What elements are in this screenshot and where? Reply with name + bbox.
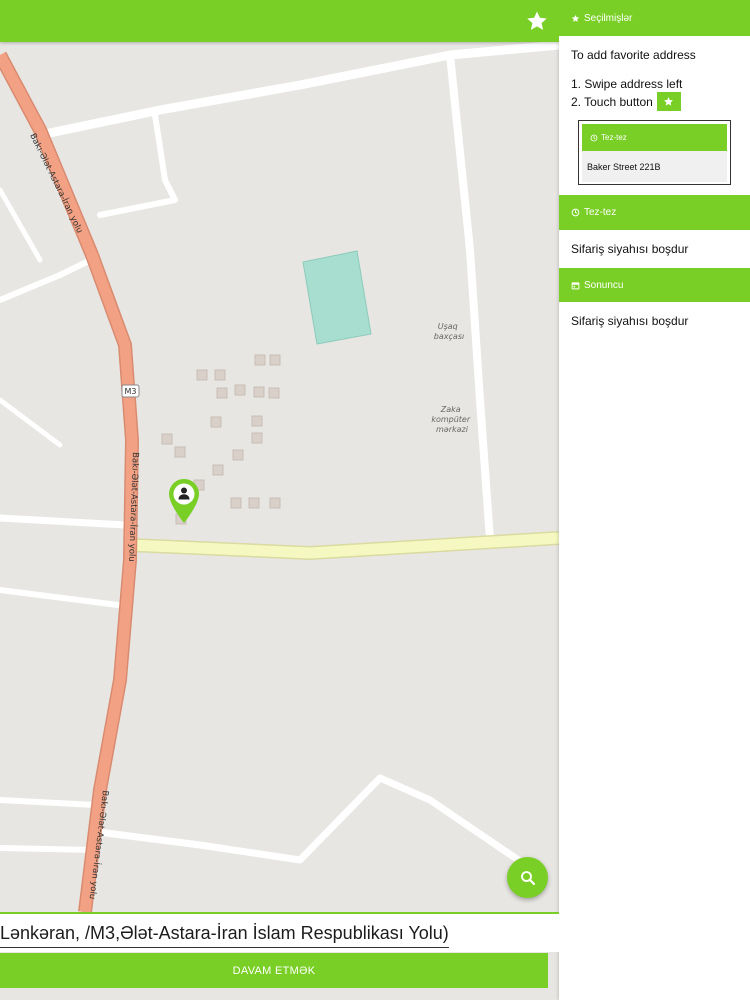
favorites-instructions: To add favorite address 1. Swipe address…	[559, 36, 750, 111]
map-canvas[interactable]: M3 Bakı-Ələt-Astara-İran yolu Bakı-Ələt-…	[0, 42, 559, 912]
search-button[interactable]	[507, 857, 548, 898]
favorites-step-1: 1. Swipe address left	[571, 76, 750, 92]
favorites-section-header: Seçilmişlər	[559, 0, 750, 36]
location-pin[interactable]	[168, 478, 200, 524]
top-app-bar	[0, 0, 559, 42]
recent-section-header: Sonuncu	[559, 268, 750, 302]
favorites-button[interactable]	[525, 9, 549, 33]
frequent-empty-message: Sifariş siyahısı boşdur	[571, 242, 689, 256]
continue-button[interactable]: DAVAM ETMƏK	[0, 953, 548, 988]
poi-kindergarten: Uşaq baxçası	[434, 322, 464, 341]
clock-icon	[571, 208, 580, 217]
star-icon	[571, 14, 580, 22]
example-header: Tez-tez	[582, 124, 727, 151]
road-shield-label: M3	[125, 387, 137, 396]
calendar-icon	[571, 281, 580, 289]
favorites-intro: To add favorite address	[571, 48, 696, 62]
favorites-example: Tez-tez Baker Street 221B	[578, 120, 731, 185]
example-header-label: Tez-tez	[601, 133, 627, 142]
favorites-step-1-text: 1. Swipe address left	[571, 77, 683, 91]
frequent-section-header: Tez-tez	[559, 195, 750, 230]
clock-icon	[590, 134, 598, 141]
favorites-step-2-text: 2. Touch button	[571, 94, 653, 109]
favorites-step-2: 2. Touch button	[571, 92, 750, 111]
star-icon	[527, 11, 547, 30]
app-root: M3 Bakı-Ələt-Astara-İran yolu Bakı-Ələt-…	[0, 0, 750, 1000]
star-icon	[664, 97, 674, 106]
frequent-title: Tez-tez	[584, 207, 617, 218]
example-star-button	[656, 92, 681, 111]
address-bar[interactable]: Lənkəran, /M3,Ələt-Astara-İran İslam Res…	[0, 912, 559, 952]
address-value[interactable]: Lənkəran, /M3,Ələt-Astara-İran İslam Res…	[0, 920, 449, 948]
favorites-title: Seçilmişlər	[584, 12, 633, 24]
search-icon	[520, 870, 535, 885]
location-pin-icon	[169, 479, 199, 523]
recent-empty-message: Sifariş siyahısı boşdur	[571, 314, 689, 328]
recent-title: Sonuncu	[584, 279, 624, 291]
example-address-row: Baker Street 221B	[582, 151, 727, 182]
map-pane: M3 Bakı-Ələt-Astara-İran yolu Bakı-Ələt-…	[0, 0, 559, 1000]
sidebar: Seçilmişlər To add favorite address 1. S…	[559, 0, 750, 1000]
